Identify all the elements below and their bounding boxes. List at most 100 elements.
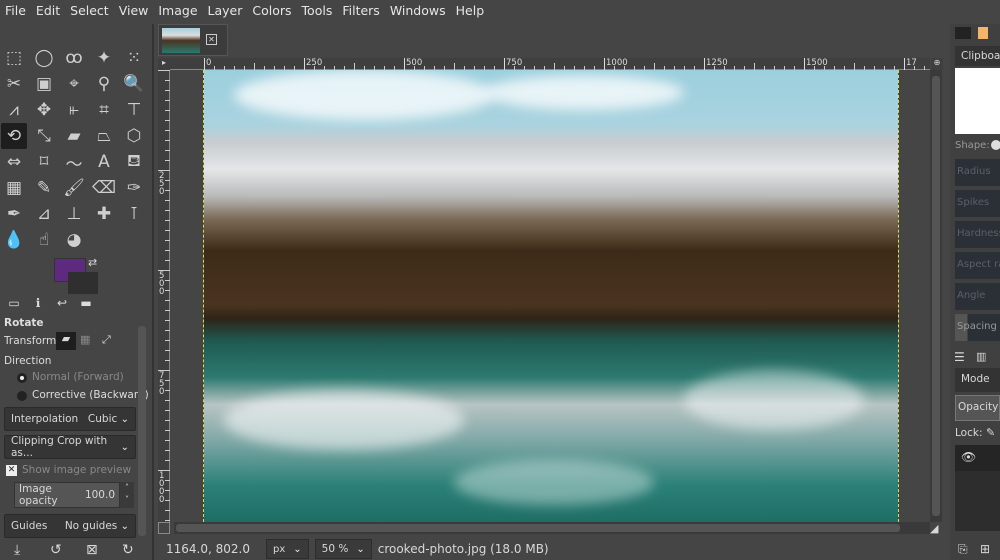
measure-tool-icon[interactable]: ⩘ xyxy=(1,97,27,123)
horizontal-scrollbar[interactable] xyxy=(174,522,930,534)
quickmask-menu-icon[interactable]: ▸ xyxy=(158,58,170,70)
reset-icon[interactable]: ↻ xyxy=(122,542,134,558)
zoom-tool-icon[interactable]: 🔍 xyxy=(121,71,147,97)
delete-icon[interactable]: ⊠ xyxy=(86,542,98,558)
layer-opacity-slider[interactable]: Opacity xyxy=(955,395,1000,421)
layers-list[interactable] xyxy=(955,471,1000,531)
radio-normal[interactable] xyxy=(17,373,27,383)
warp-transform-tool-icon[interactable]: 〜 xyxy=(61,149,87,175)
transform-path-icon[interactable]: ⤢ xyxy=(102,333,111,347)
crop-tool-icon[interactable]: ⌗ xyxy=(91,97,117,123)
mypaint-brush-tool-icon[interactable]: ⊿ xyxy=(31,201,57,227)
brush-spikes-slider[interactable]: Spikes xyxy=(955,190,1000,217)
dodge-burn-tool-icon[interactable]: ◕ xyxy=(61,227,87,253)
brush-radius-slider[interactable]: Radius xyxy=(955,159,1000,186)
menu-help[interactable]: Help xyxy=(451,0,490,22)
guides-select[interactable]: Guides No guides ⌄ xyxy=(4,514,136,538)
opacity-stepper[interactable]: ˄ ˅ xyxy=(120,482,134,508)
dock-divider[interactable] xyxy=(152,24,154,560)
align-tool-icon[interactable]: ⫦ xyxy=(61,97,87,123)
airbrush-tool-icon[interactable]: ✑ xyxy=(121,175,147,201)
menu-file[interactable]: File xyxy=(0,0,31,22)
save-preset-icon[interactable]: ⤓ xyxy=(14,542,20,558)
flip-tool-icon[interactable]: ⇔ xyxy=(1,149,27,175)
menu-windows[interactable]: Windows xyxy=(385,0,451,22)
menu-tools[interactable]: Tools xyxy=(297,0,338,22)
bucket-fill-tool-icon[interactable]: ⛾ xyxy=(121,149,147,175)
brush-aspect-ratio-slider[interactable]: Aspect ratio xyxy=(955,252,1000,279)
menu-edit[interactable]: Edit xyxy=(31,0,65,22)
zoom-lock-icon[interactable]: ⊕ xyxy=(931,58,943,70)
show-preview-checkbox[interactable]: ✕ xyxy=(6,465,17,476)
swap-colors-icon[interactable]: ⇄ xyxy=(88,256,97,269)
clone-tool-icon[interactable]: ⊥ xyxy=(61,201,87,227)
perspective-clone-tool-icon[interactable]: ⊺ xyxy=(121,201,147,227)
eraser-tool-icon[interactable]: ⌫ xyxy=(91,175,117,201)
rotate-tool-icon[interactable]: ⟲ xyxy=(1,123,27,149)
paths-tool-icon[interactable]: ⌖ xyxy=(61,71,87,97)
foreground-select-tool-icon[interactable]: ▣ xyxy=(31,71,57,97)
image-tab[interactable]: ✕ xyxy=(158,24,228,56)
gradient-tool-icon[interactable]: ▦ xyxy=(1,175,27,201)
vertical-scrollbar[interactable] xyxy=(930,70,942,522)
toggle-quickmask-button[interactable] xyxy=(158,522,170,534)
image-opacity-slider[interactable]: Image opacity 100.0 xyxy=(14,482,120,508)
select-by-color-tool-icon[interactable]: ⁙ xyxy=(121,45,147,71)
new-layer-icon[interactable]: ⎘ xyxy=(958,542,968,557)
transform-layer-icon[interactable]: ▰ xyxy=(56,332,76,350)
restore-icon[interactable]: ↺ xyxy=(50,542,62,558)
text-tool-icon[interactable]: A xyxy=(91,149,117,175)
3d-transform-tool-icon[interactable]: ⬡ xyxy=(121,123,147,149)
menu-filters[interactable]: Filters xyxy=(337,0,384,22)
undo-history-tab-icon[interactable]: ↩ xyxy=(52,296,72,312)
menu-colors[interactable]: Colors xyxy=(247,0,296,22)
navigate-icon[interactable]: ◢ xyxy=(930,522,938,535)
new-layer-group-icon[interactable]: ⊞ xyxy=(980,542,990,556)
brush-spacing-slider[interactable]: Spacing xyxy=(955,314,1000,341)
heal-tool-icon[interactable]: ✚ xyxy=(91,201,117,227)
background-color[interactable] xyxy=(68,272,98,294)
ink-tool-icon[interactable]: ✒ xyxy=(1,201,27,227)
channels-tab-icon[interactable]: ▥ xyxy=(976,350,986,363)
interpolation-select[interactable]: Interpolation Cubic ⌄ xyxy=(4,407,136,431)
brushes-tab-icon[interactable] xyxy=(955,27,971,39)
shape-circle-icon[interactable] xyxy=(991,140,1000,150)
layer-mode-select[interactable]: Mode xyxy=(955,368,1000,392)
perspective-tool-icon[interactable]: ⏢ xyxy=(91,123,117,149)
layers-tab-icon[interactable]: ☰ xyxy=(954,350,965,364)
scale-tool-icon[interactable]: ⤡ xyxy=(31,123,57,149)
cage-transform-tool-icon[interactable]: ⌑ xyxy=(31,149,57,175)
menu-image[interactable]: Image xyxy=(153,0,202,22)
patterns-tab-icon[interactable] xyxy=(978,27,988,39)
pencil-tool-icon[interactable]: ✎ xyxy=(31,175,57,201)
zoom-select[interactable]: 50 % ⌄ xyxy=(314,539,372,559)
layer-visibility-eye-icon[interactable]: 👁 xyxy=(955,445,1000,471)
unit-select[interactable]: px ⌄ xyxy=(265,539,309,559)
menu-layer[interactable]: Layer xyxy=(203,0,248,22)
ellipse-select-tool-icon[interactable]: ◯ xyxy=(31,45,57,71)
lock-pixels-icon[interactable]: ✎ xyxy=(986,426,995,439)
blur-sharpen-tool-icon[interactable]: 💧 xyxy=(1,227,27,253)
brush-angle-slider[interactable]: Angle xyxy=(955,283,1000,310)
clipping-select[interactable]: Clipping Crop with as... ⌄ xyxy=(4,435,136,459)
options-scrollbar[interactable] xyxy=(138,326,146,536)
paintbrush-tool-icon[interactable]: 🖌 xyxy=(61,175,87,201)
menu-select[interactable]: Select xyxy=(65,0,114,22)
shear-tool-icon[interactable]: ▰ xyxy=(61,123,87,149)
transform-selection-icon[interactable]: ▦ xyxy=(80,333,90,346)
close-tab-icon[interactable]: ✕ xyxy=(206,34,217,45)
scissors-tool-icon[interactable]: ✂ xyxy=(1,71,27,97)
unified-transform-tool-icon[interactable]: ⊤ xyxy=(121,97,147,123)
smudge-tool-icon[interactable]: ☝ xyxy=(31,227,57,253)
move-tool-icon[interactable]: ✥ xyxy=(31,97,57,123)
radio-corrective[interactable] xyxy=(17,391,27,401)
rect-select-tool-icon[interactable]: ⬚ xyxy=(1,45,27,71)
menu-view[interactable]: View xyxy=(114,0,154,22)
free-select-tool-icon[interactable]: ꝏ xyxy=(61,45,87,71)
device-status-tab-icon[interactable]: ℹ xyxy=(28,296,48,312)
brush-hardness-slider[interactable]: Hardness xyxy=(955,221,1000,248)
image-canvas[interactable] xyxy=(204,70,898,522)
fuzzy-select-tool-icon[interactable]: ✦ xyxy=(91,45,117,71)
color-picker-tool-icon[interactable]: ⚲ xyxy=(91,71,117,97)
tool-options-tab-icon[interactable]: ▭ xyxy=(4,296,24,312)
